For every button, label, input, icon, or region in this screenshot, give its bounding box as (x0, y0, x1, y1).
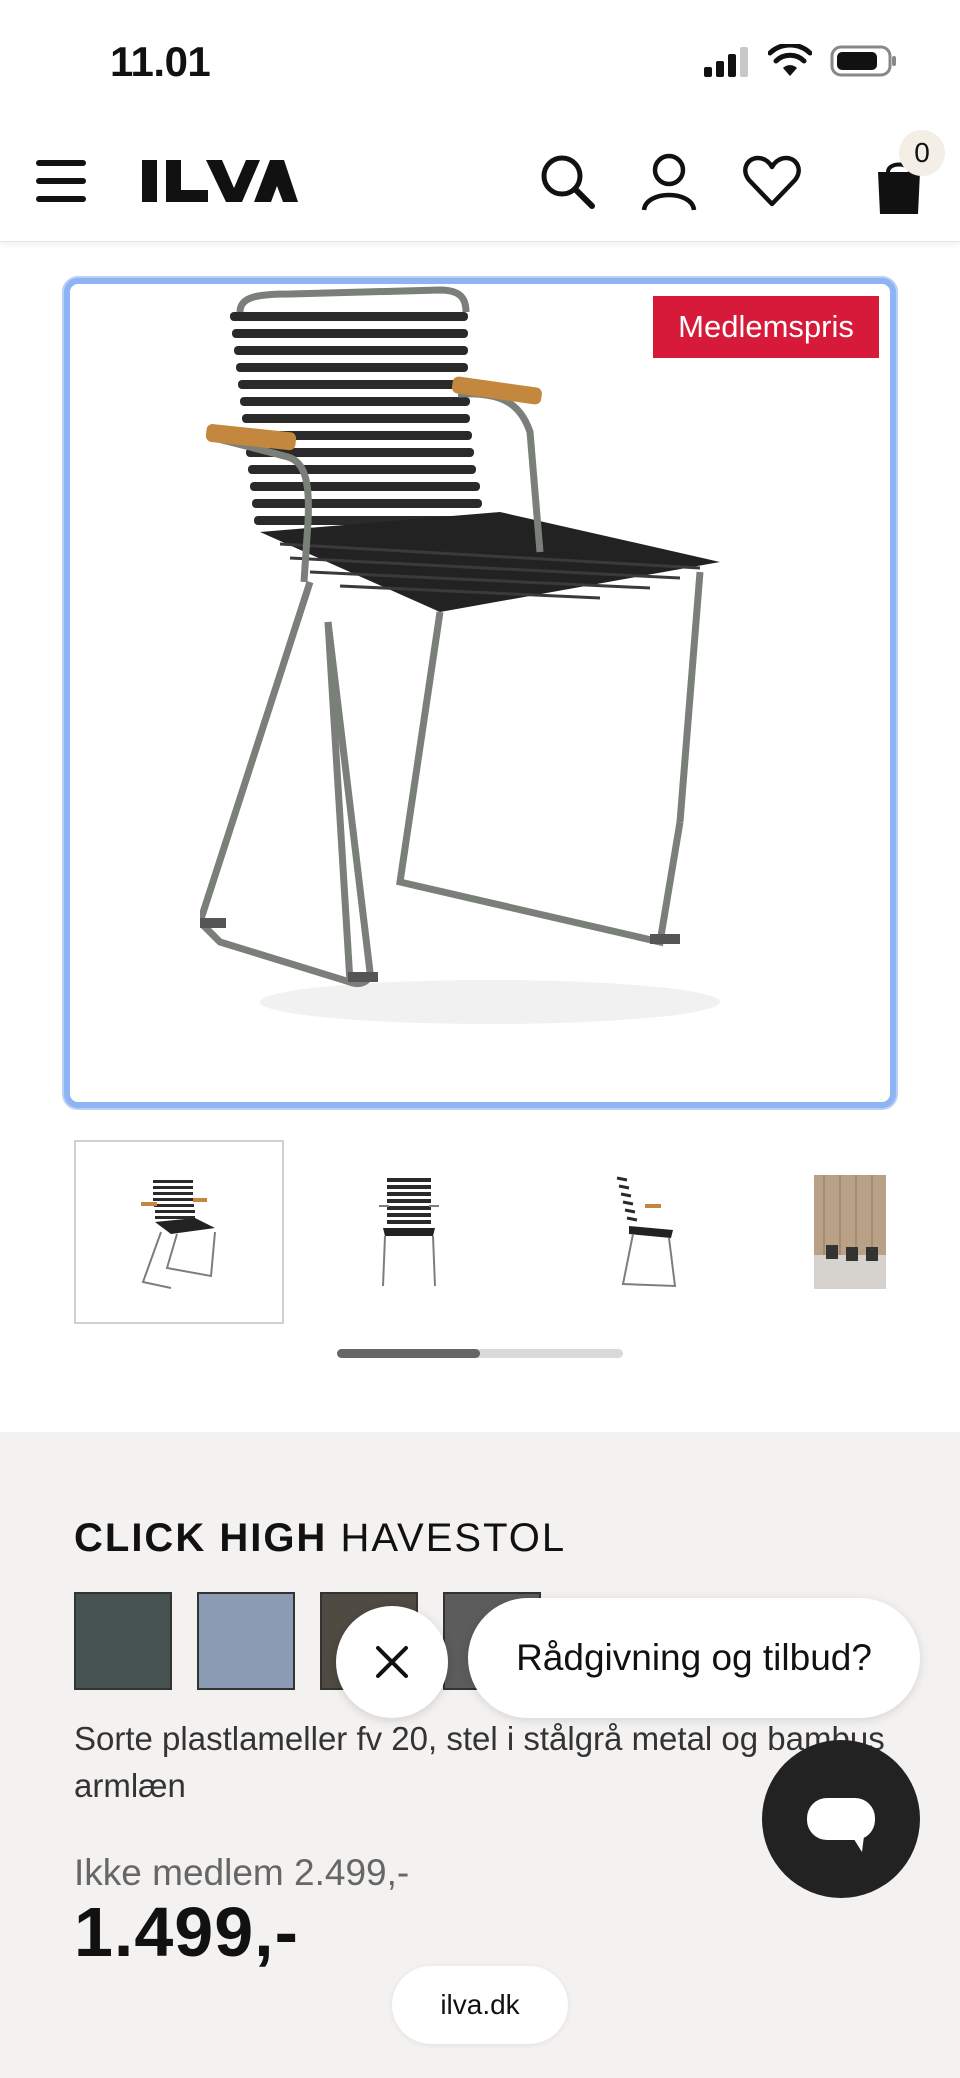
status-time: 11.01 (110, 38, 211, 85)
color-swatch-1[interactable] (74, 1592, 172, 1690)
chair-image (200, 286, 720, 1024)
lifestyle-photo-image (814, 1175, 886, 1289)
color-swatch-2[interactable] (197, 1592, 295, 1690)
chat-open-button[interactable] (762, 1740, 920, 1898)
product-name: HAVESTOL (340, 1516, 567, 1560)
browser-url-pill[interactable]: ilva.dk (392, 1966, 568, 2044)
gallery-scroll-indicator[interactable] (337, 1349, 480, 1358)
heart-icon[interactable] (741, 150, 803, 212)
product-title: CLICK HIGH HAVESTOL (74, 1516, 566, 1561)
search-icon[interactable] (536, 150, 598, 212)
ilva-logo[interactable] (142, 156, 298, 206)
thumbnail-4-lifestyle-photo[interactable] (814, 1175, 886, 1289)
chair-front-thumb-image (379, 1178, 439, 1287)
close-icon (376, 1646, 408, 1678)
member-price: 1.499,- (74, 1893, 299, 1971)
wifi-icon (768, 44, 812, 76)
chat-prompt-bubble[interactable]: Rådgivning og tilbud? (468, 1598, 920, 1718)
chair-side-thumb-image (616, 1176, 677, 1288)
chair-thumb-image (141, 1180, 216, 1289)
site-header (0, 120, 960, 242)
status-bar: 11.01 (0, 0, 960, 120)
cart-count-badge: 0 (899, 130, 945, 176)
signal-icon (704, 47, 748, 77)
thumbnail-3[interactable] (534, 1140, 744, 1324)
chat-icon (807, 1798, 875, 1852)
menu-icon[interactable] (36, 160, 86, 204)
product-brand: CLICK HIGH (74, 1516, 328, 1560)
close-chat-button[interactable] (336, 1606, 448, 1718)
non-member-price: Ikke medlem 2.499,- (74, 1852, 410, 1893)
thumbnail-1[interactable] (74, 1140, 284, 1324)
thumbnail-2[interactable] (304, 1140, 514, 1324)
status-icons (702, 44, 898, 78)
member-price-badge: Medlemspris (653, 296, 879, 358)
user-icon[interactable] (638, 150, 700, 212)
battery-icon (830, 45, 896, 77)
